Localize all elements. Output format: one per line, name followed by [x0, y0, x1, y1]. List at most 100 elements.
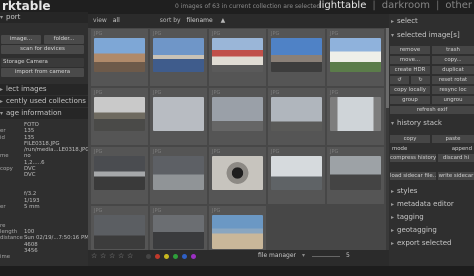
history-paste-button[interactable]: paste	[432, 135, 474, 143]
create-hdr-button[interactable]: create HDR	[390, 66, 430, 74]
thumbnail[interactable]: JPG	[268, 147, 325, 204]
color-label-red-icon[interactable]	[155, 254, 160, 259]
star-icon[interactable]: ☆	[91, 252, 97, 260]
copy-locally-button[interactable]: copy locally	[390, 86, 430, 94]
selected-images-header[interactable]: ▾ selected image[s]	[389, 30, 474, 41]
color-label-blue-icon[interactable]	[182, 254, 187, 259]
zoom-value[interactable]: 5	[346, 250, 350, 262]
tagging-header[interactable]: ▸ tagging	[389, 212, 474, 223]
thumbnail[interactable]: JPG	[91, 29, 148, 86]
reset-rotation-button[interactable]: reset rotat	[432, 76, 474, 84]
import-folder-button[interactable]: folder...	[44, 35, 84, 44]
thumbnail-image	[330, 97, 381, 131]
geotagging-header[interactable]: ▸ geotagging	[389, 225, 474, 236]
thumbnail-image	[271, 38, 322, 72]
import-image-button[interactable]: image...	[1, 35, 41, 44]
star-icon[interactable]: ☆	[109, 252, 115, 260]
filmstrip[interactable]	[0, 266, 474, 276]
history-stack-header[interactable]: ▾ history stack	[389, 118, 474, 129]
view-separator: |	[372, 0, 376, 11]
star-icon[interactable]: ☆	[100, 252, 106, 260]
zoom-slider[interactable]	[312, 256, 340, 257]
file-type-tag: JPG	[153, 208, 162, 214]
color-label-none-icon[interactable]	[146, 254, 151, 259]
refresh-exif-button[interactable]: refresh exif	[390, 106, 474, 114]
thumbnail-image	[153, 215, 204, 249]
thumbnail[interactable]: JPG	[327, 88, 384, 145]
thumbnail-image	[94, 156, 145, 190]
thumbnail-image	[153, 38, 204, 72]
history-mode-select[interactable]: mode append	[390, 145, 474, 153]
view-tab[interactable]: other	[445, 0, 472, 11]
compress-history-button[interactable]: compress history	[390, 154, 436, 162]
sort-field-select[interactable]: filename	[187, 17, 213, 24]
copy-button[interactable]: copy...	[432, 56, 474, 64]
thumbnail-image	[212, 156, 263, 190]
export-selected-header[interactable]: ▸ export selected	[389, 238, 474, 249]
scan-devices-button[interactable]: scan for devices	[1, 45, 84, 54]
recent-collections-header[interactable]: ▸ cently used collections	[0, 96, 88, 107]
trash-button[interactable]: trash	[432, 46, 474, 54]
metadata-editor-header[interactable]: ▸ metadata editor	[389, 199, 474, 210]
thumbnail[interactable]: JPG	[150, 206, 207, 250]
load-sidecar-button[interactable]: load sidecar file...	[390, 172, 436, 180]
thumbnail[interactable]: JPG	[209, 206, 266, 250]
view-label: view	[93, 17, 107, 24]
thumbnail[interactable]: JPG	[209, 147, 266, 204]
resync-local-button[interactable]: resync loc	[432, 86, 474, 94]
thumbnail-image	[94, 215, 145, 249]
layout-mode-arrow-icon[interactable]: ▾	[302, 250, 305, 262]
file-type-tag: JPG	[271, 149, 280, 155]
file-type-tag: JPG	[94, 208, 103, 214]
view-filter-select[interactable]: all	[113, 17, 120, 24]
star-icon[interactable]: ☆	[127, 252, 133, 260]
file-type-tag: JPG	[212, 90, 221, 96]
thumbnail-image	[330, 38, 381, 72]
thumbnail[interactable]: JPG	[150, 29, 207, 86]
import-from-camera-button[interactable]: import from camera	[1, 68, 84, 77]
styles-header[interactable]: ▸ styles	[389, 186, 474, 197]
write-sidecar-button[interactable]: write sidecar	[438, 172, 474, 180]
thumbnail[interactable]: JPG	[268, 88, 325, 145]
metadata-value: Sun 02/19/...7:50:16 PM	[24, 235, 88, 242]
thumbnail[interactable]: JPG	[150, 147, 207, 204]
image-information-header[interactable]: ▾ age information	[0, 108, 88, 119]
thumbnail-image	[271, 156, 322, 190]
thumbnail[interactable]: JPG	[209, 29, 266, 86]
thumbnail[interactable]: JPG	[150, 88, 207, 145]
star-icon[interactable]: ☆	[118, 252, 124, 260]
thumbnail[interactable]: JPG	[91, 147, 148, 204]
view-tab[interactable]: darkroom	[382, 0, 430, 11]
color-label-yellow-icon[interactable]	[164, 254, 169, 259]
file-type-tag: JPG	[212, 149, 221, 155]
remove-button[interactable]: remove	[390, 46, 430, 54]
move-button[interactable]: move...	[390, 56, 430, 64]
file-type-tag: JPG	[153, 31, 162, 37]
view-tab[interactable]: lighttable	[319, 0, 367, 11]
group-button[interactable]: group	[390, 96, 430, 104]
color-label-purple-icon[interactable]	[191, 254, 196, 259]
thumbnail[interactable]: JPG	[268, 29, 325, 86]
thumbnail-image	[153, 97, 204, 131]
thumbnail[interactable]: JPG	[91, 88, 148, 145]
ungroup-button[interactable]: ungrou	[432, 96, 474, 104]
thumbnail-image	[212, 215, 263, 249]
file-type-tag: JPG	[153, 90, 162, 96]
sort-order-icon[interactable]: ▲	[221, 17, 226, 24]
thumbnail[interactable]: JPG	[327, 29, 384, 86]
duplicate-button[interactable]: duplicat	[432, 66, 474, 74]
select-header[interactable]: ▸ select	[389, 16, 474, 27]
thumbnail[interactable]: JPG	[327, 147, 384, 204]
history-copy-button[interactable]: copy	[390, 135, 430, 143]
import-header[interactable]: ▾ port	[0, 12, 88, 23]
rotate-ccw-icon[interactable]: ↺	[390, 76, 409, 84]
thumbnail[interactable]: JPG	[91, 206, 148, 250]
thumbnail-grid: JPG JPG JPG JPG JPG JPG JPG JPG JPG JPG JPG JPG JPG J…	[88, 28, 386, 250]
rotate-cw-icon[interactable]: ↻	[411, 76, 430, 84]
discard-history-button[interactable]: discard hi	[438, 154, 474, 162]
collect-images-header[interactable]: ▸ lect images	[0, 84, 88, 95]
layout-mode-select[interactable]: file manager	[258, 250, 296, 262]
thumbnail[interactable]: JPG	[209, 88, 266, 145]
view-switcher: lighttable | darkroom | other	[313, 0, 472, 11]
color-label-green-icon[interactable]	[173, 254, 178, 259]
